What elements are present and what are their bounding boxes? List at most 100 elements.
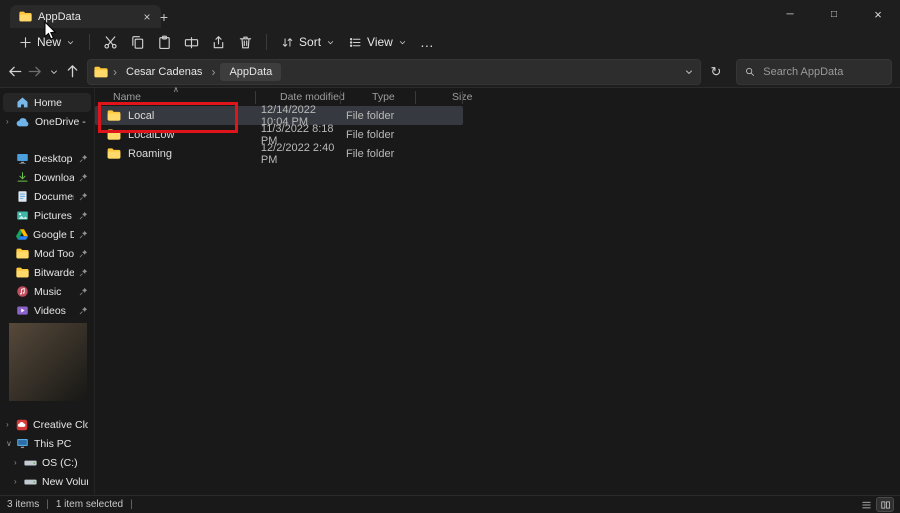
expand-chevron-icon[interactable]: ›: [14, 477, 17, 486]
sidebar-item-label: Videos: [34, 304, 66, 317]
sidebar-item-new-volume[interactable]: › New Volume (: [3, 472, 91, 491]
thumbnail-view-toggle[interactable]: [876, 497, 894, 512]
sidebar-item-onedrive[interactable]: › OneDrive - Pers: [3, 112, 91, 131]
desktop-icon: [17, 154, 28, 164]
details-view-toggle[interactable]: [858, 498, 874, 511]
address-dropdown-icon[interactable]: [684, 67, 694, 77]
close-button[interactable]: ×: [856, 0, 900, 28]
breadcrumb-item-current[interactable]: AppData: [220, 62, 282, 81]
forward-button[interactable]: [25, 60, 44, 84]
sidebar-item-label: Desktop: [34, 152, 73, 165]
drive-icon: [24, 479, 37, 484]
sidebar-item-desktop[interactable]: Desktop: [3, 149, 91, 168]
maximize-button[interactable]: □: [812, 0, 856, 28]
status-separator: |: [130, 499, 133, 510]
rename-button[interactable]: [178, 30, 205, 54]
trash-icon: [239, 36, 252, 48]
chevron-down-icon: [50, 70, 57, 74]
sidebar-item-os-c[interactable]: › OS (C:): [3, 453, 91, 472]
sidebar-item-this-pc[interactable]: ∨ This PC: [3, 434, 91, 453]
sidebar-item-label: New Volume (: [42, 475, 88, 488]
new-tab-button[interactable]: +: [154, 7, 174, 26]
sidebar-item-documents[interactable]: Documents: [3, 187, 91, 206]
status-separator: |: [46, 499, 49, 510]
details-view-icon: [861, 501, 871, 508]
column-header-size[interactable]: Size: [447, 91, 499, 103]
back-button[interactable]: [6, 60, 25, 84]
delete-button[interactable]: [232, 30, 259, 54]
breadcrumb[interactable]: › Cesar Cadenas › AppData: [87, 58, 701, 85]
arrow-right-icon: [28, 66, 41, 77]
sidebar-item-pictures[interactable]: Pictures: [3, 206, 91, 225]
sidebar-item-mod-tools[interactable]: Mod Tools: [3, 244, 91, 263]
sort-button[interactable]: Sort: [274, 31, 342, 53]
selection-count: 1 item selected: [55, 499, 124, 510]
breadcrumb-separator: ›: [211, 64, 216, 79]
type-cell: File folder: [345, 109, 395, 122]
sidebar-item-label: Music: [34, 285, 62, 298]
share-icon: [213, 35, 224, 48]
search-icon: [746, 67, 755, 76]
name-cell: Local: [95, 110, 254, 122]
column-divider[interactable]: [340, 91, 341, 104]
breadcrumb-item-user[interactable]: Cesar Cadenas: [122, 64, 206, 80]
sidebar-item-google-drive[interactable]: Google Drive: [3, 225, 91, 244]
creative-cloud-icon: [16, 419, 28, 430]
name-cell: LocalLow: [95, 129, 254, 141]
expand-chevron-icon[interactable]: ›: [14, 458, 17, 467]
expand-chevron-icon[interactable]: ›: [6, 420, 9, 429]
file-explorer-window: AppData × + ─ □ × New Sort View … › Cesa…: [0, 0, 900, 513]
sidebar-item-label: This PC: [34, 437, 72, 450]
sidebar-item-creative-cloud[interactable]: › Creative Cloud F: [3, 415, 91, 434]
minimize-button[interactable]: ─: [768, 0, 812, 28]
new-button[interactable]: New: [12, 31, 82, 53]
view-button[interactable]: View: [342, 31, 414, 53]
address-bar: › Cesar Cadenas › AppData ↻: [0, 56, 900, 87]
name-cell: Roaming: [95, 148, 254, 160]
sort-icon: [282, 37, 293, 47]
cut-button[interactable]: [97, 30, 124, 54]
view-toggles: [858, 497, 894, 512]
copy-button[interactable]: [124, 30, 151, 54]
collapse-chevron-icon[interactable]: ∨: [6, 439, 12, 448]
share-button[interactable]: [205, 30, 232, 54]
column-divider[interactable]: [415, 91, 416, 104]
sidebar-item-videos[interactable]: Videos: [3, 301, 91, 320]
music-icon: [17, 286, 28, 297]
paste-button[interactable]: [151, 30, 178, 54]
column-header-type[interactable]: Type: [365, 91, 447, 103]
sidebar-item-downloads[interactable]: Downloads: [3, 168, 91, 187]
tab-close-icon[interactable]: ×: [139, 9, 155, 25]
pin-icon: [79, 306, 88, 315]
folder-icon: [94, 66, 108, 77]
folder-icon: [16, 248, 29, 259]
file-rows: Local 12/14/2022 10:04 PM File folder Lo…: [95, 104, 900, 166]
toolbar-separator: [266, 34, 268, 50]
column-divider[interactable]: [255, 91, 256, 104]
paste-icon: [159, 35, 170, 49]
sidebar-item-home[interactable]: Home: [3, 93, 91, 112]
sidebar-item-bitwarden[interactable]: Bitwarden ex: [3, 263, 91, 282]
documents-icon: [18, 191, 27, 202]
window-chrome: AppData × + ─ □ × New Sort View … › Cesa…: [0, 0, 900, 88]
column-header-name[interactable]: Name: [95, 91, 273, 103]
more-options-button[interactable]: …: [414, 30, 441, 54]
breadcrumb-separator: ›: [113, 64, 117, 79]
up-button[interactable]: [63, 60, 82, 84]
pin-icon: [79, 230, 88, 239]
sidebar-item-music[interactable]: Music: [3, 282, 91, 301]
pin-icon: [79, 249, 88, 258]
recent-locations-button[interactable]: [44, 60, 63, 84]
refresh-button[interactable]: ↻: [704, 60, 728, 84]
search-box: [736, 58, 892, 85]
column-header-date-modified[interactable]: Date modified: [273, 91, 365, 103]
expand-chevron-icon[interactable]: ›: [6, 117, 9, 126]
search-input[interactable]: [761, 64, 883, 79]
explorer-tab[interactable]: AppData ×: [10, 5, 161, 28]
pictures-icon: [17, 211, 28, 220]
column-divider[interactable]: [462, 91, 463, 104]
pin-icon: [79, 192, 88, 201]
file-name: LocalLow: [128, 128, 175, 141]
file-row-roaming[interactable]: Roaming 12/2/2022 2:40 PM File folder: [95, 142, 463, 166]
